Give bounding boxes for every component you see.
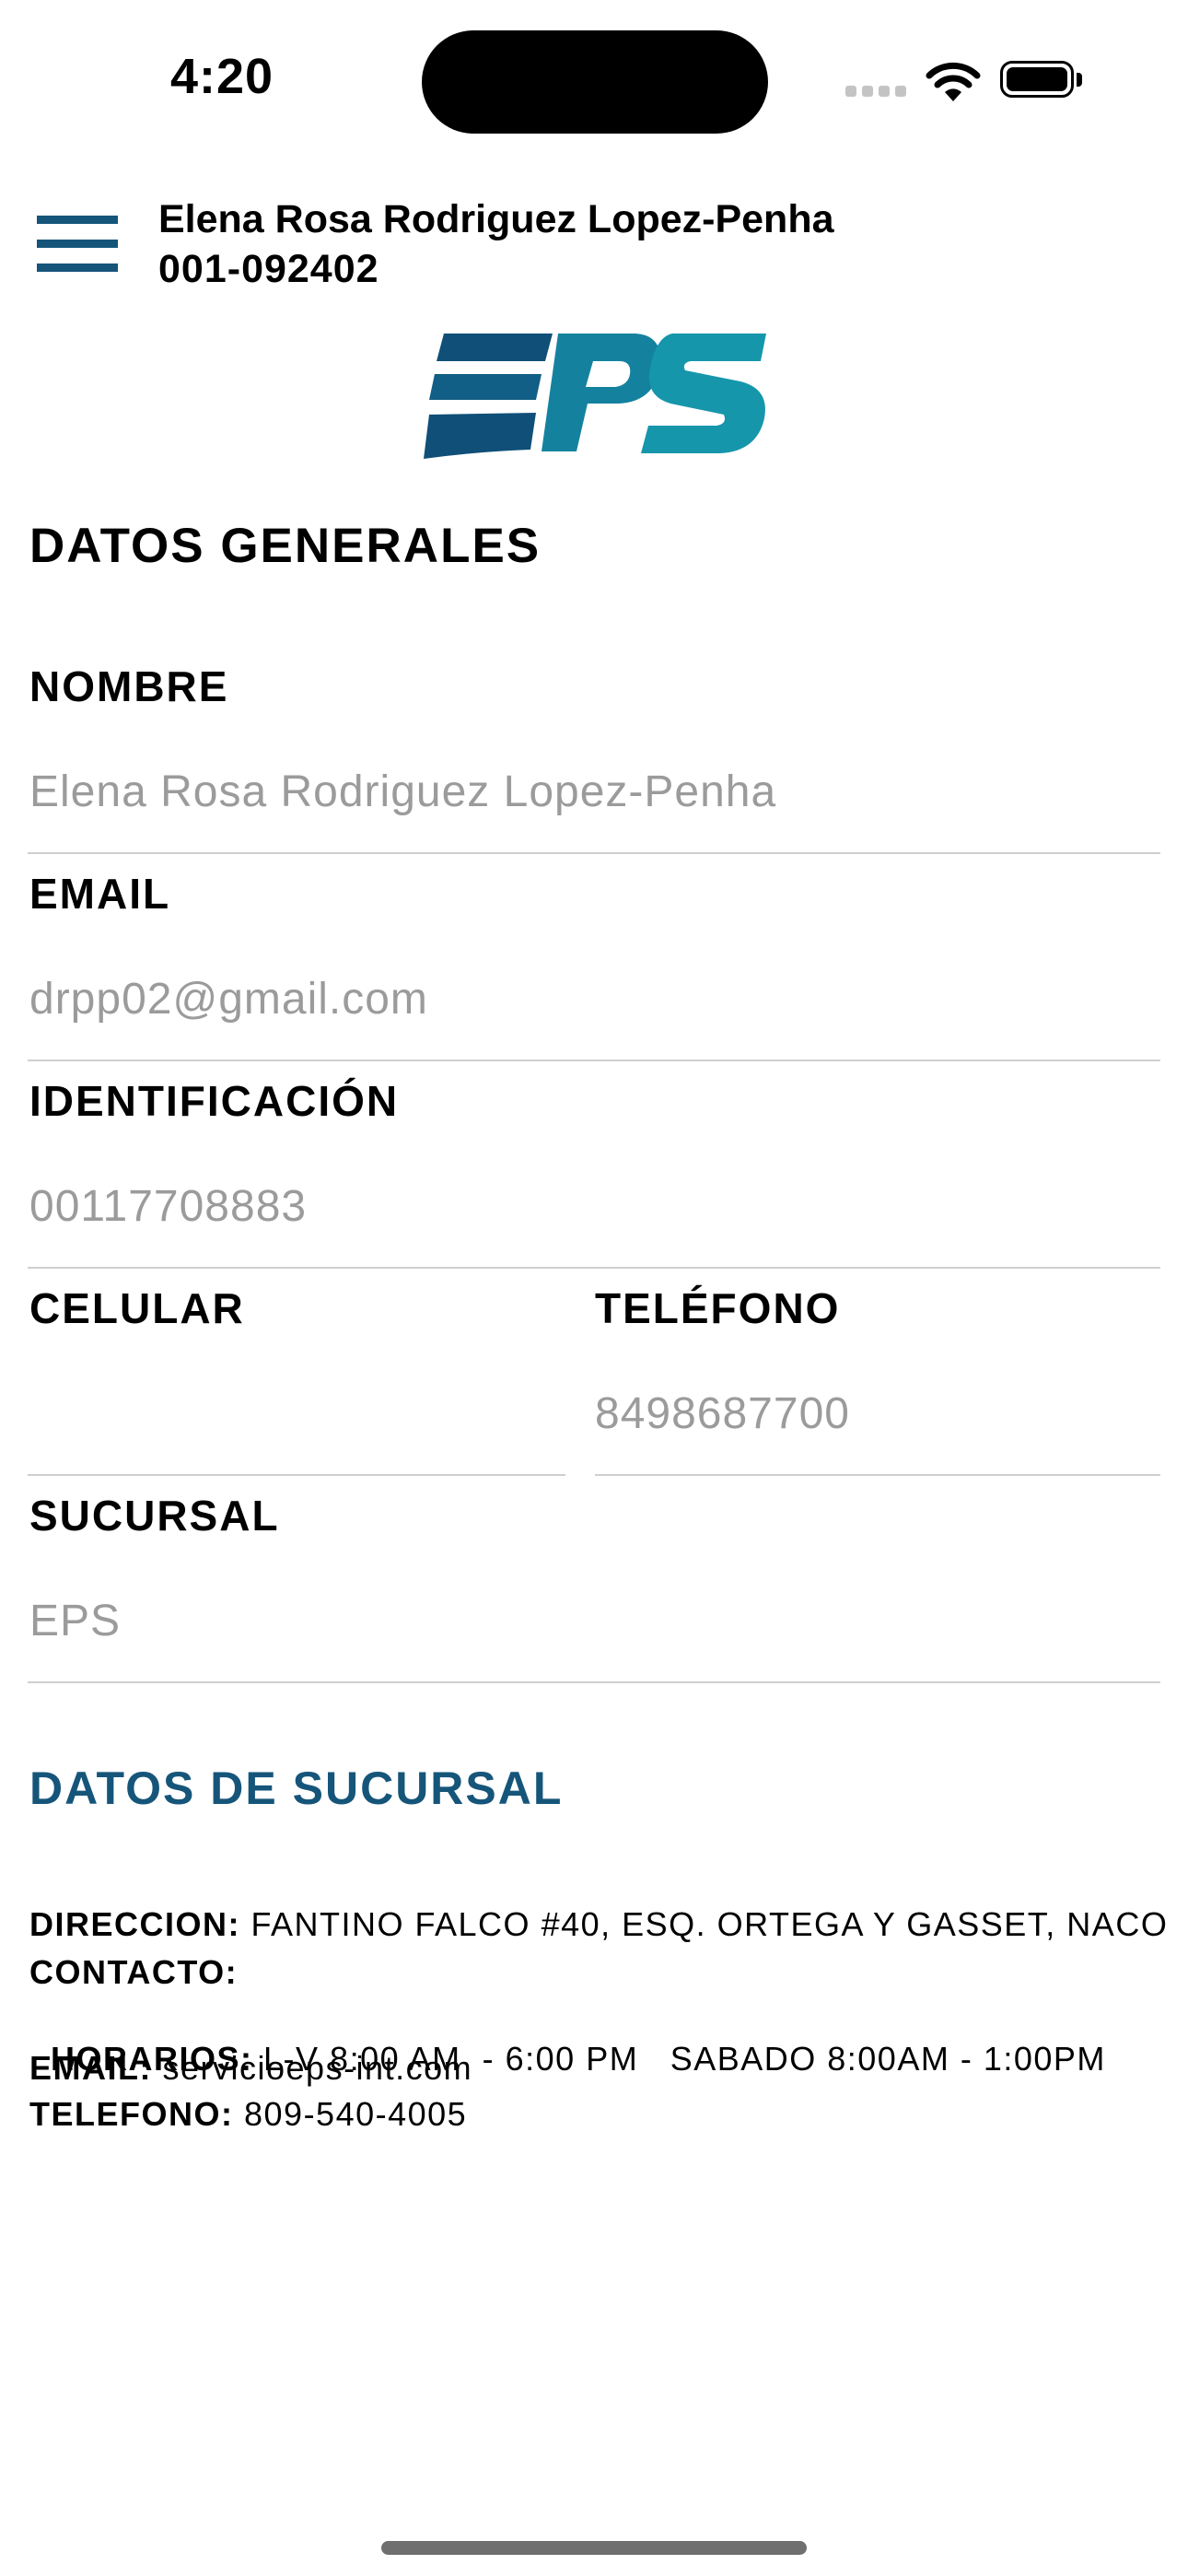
header-user-id: 001-092402 (158, 247, 379, 291)
telefono-field[interactable]: 8498687700 (595, 1388, 850, 1439)
nombre-divider (28, 852, 1160, 854)
general-section-title: DATOS GENERALES (29, 519, 542, 573)
identificacion-label: IDENTIFICACIÓN (29, 1077, 400, 1125)
nombre-field[interactable]: Elena Rosa Rodriguez Lopez-Penha (29, 767, 776, 817)
direccion-value: FANTINO FALCO #40, ESQ. ORTEGA Y GASSET,… (250, 1905, 1169, 1943)
nombre-label: NOMBRE (29, 662, 229, 710)
branch-telefono-value[interactable]: 809-540-4005 (244, 2095, 467, 2133)
sucursal-divider (28, 1681, 1160, 1683)
branch-section-title: DATOS DE SUCURSAL (29, 1762, 564, 1814)
celular-label: CELULAR (29, 1284, 245, 1332)
direccion-label: DIRECCION: (29, 1905, 240, 1943)
branch-direccion: DIRECCION: FANTINO FALCO #40, ESQ. ORTEG… (29, 1905, 1168, 1944)
sucursal-field[interactable]: EPS (29, 1596, 121, 1646)
identificacion-divider (28, 1267, 1160, 1269)
branch-email: EMAIL: servicioeps-int.com (29, 2049, 472, 2088)
branch-email-value[interactable]: servicioeps-int.com (163, 2049, 473, 2087)
cellular-signal-icon (845, 86, 906, 97)
eps-logo (424, 334, 766, 459)
sucursal-label: SUCURSAL (29, 1492, 280, 1540)
wifi-icon (926, 62, 981, 101)
contacto-label: CONTACTO: (29, 1953, 239, 1991)
dynamic-island (422, 30, 768, 134)
identificacion-field[interactable]: 00117708883 (29, 1181, 307, 1232)
branch-telefono: TELEFONO: 809-540-4005 (29, 2095, 467, 2134)
email-divider (28, 1060, 1160, 1061)
celular-divider (28, 1474, 565, 1476)
email-label: EMAIL (29, 870, 171, 918)
branch-telefono-label: TELEFONO: (29, 2095, 234, 2133)
celular-field[interactable] (29, 1388, 564, 1440)
status-time: 4:20 (170, 49, 274, 104)
telefono-divider (595, 1474, 1160, 1476)
email-field[interactable]: drpp02@gmail.com (29, 974, 428, 1025)
home-indicator[interactable] (381, 2541, 807, 2555)
battery-icon (1000, 61, 1085, 101)
branch-contacto: CONTACTO: (29, 1953, 238, 1992)
branch-email-label: EMAIL: (29, 2049, 152, 2087)
menu-icon[interactable] (33, 212, 122, 278)
telefono-label: TELÉFONO (595, 1284, 841, 1332)
header-user-name: Elena Rosa Rodriguez Lopez-Penha (158, 197, 834, 241)
